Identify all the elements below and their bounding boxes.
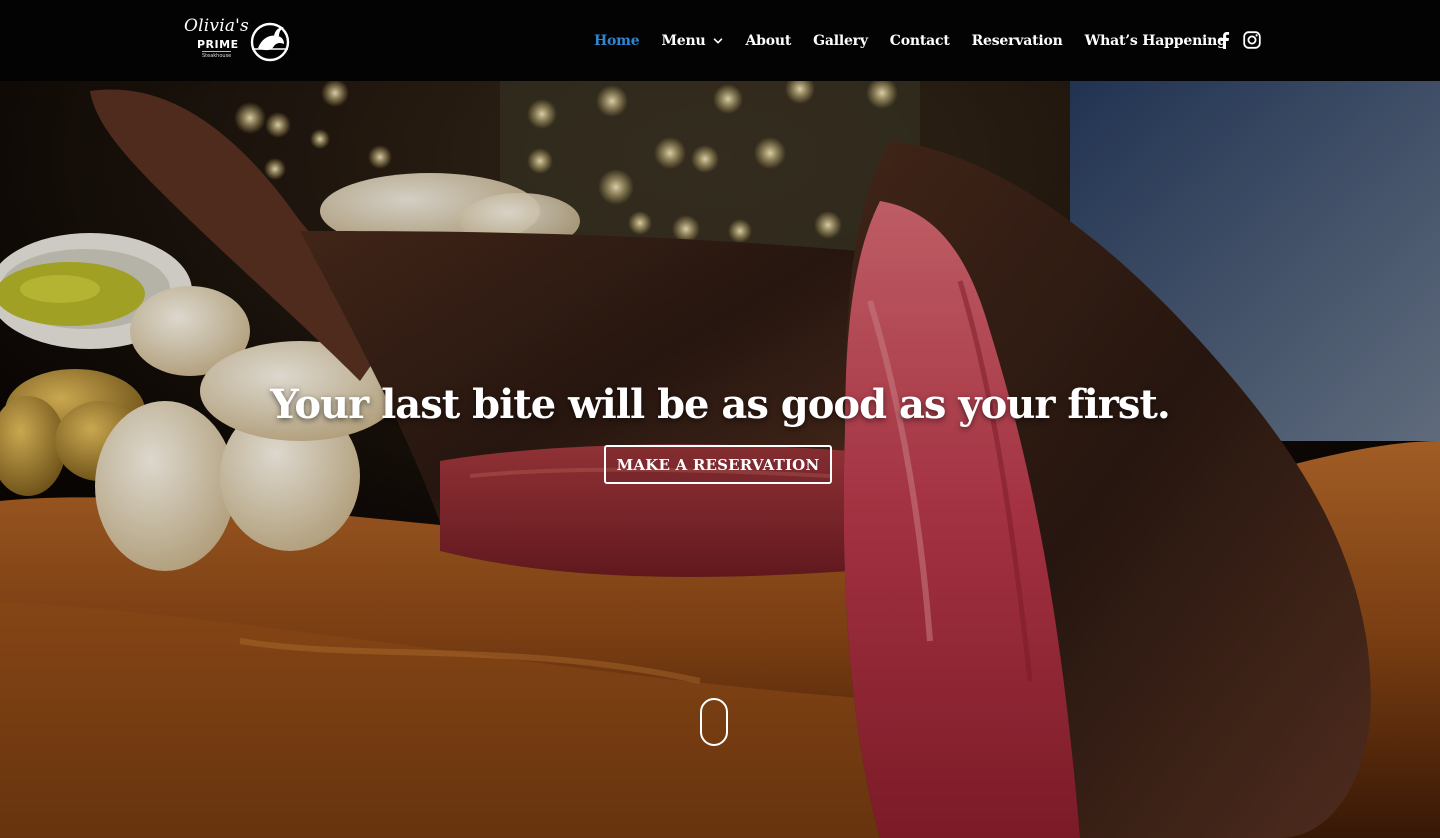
nav-item-gallery[interactable]: Gallery — [813, 33, 868, 49]
make-reservation-button[interactable]: MAKE A RESERVATION — [604, 445, 832, 484]
logo-prime-text: PRIME — [197, 38, 239, 51]
nav-item-label: What’s Happening — [1084, 33, 1227, 49]
social-links — [1214, 30, 1270, 50]
logo-script-text: Olivia's — [184, 16, 249, 36]
nav-item-label: Gallery — [813, 33, 868, 49]
facebook-icon[interactable] — [1214, 30, 1234, 50]
nav-item-about[interactable]: About — [745, 33, 791, 49]
nav-item-menu[interactable]: Menu — [662, 33, 724, 49]
nav-item-label: Home — [594, 33, 640, 49]
nav-item-contact[interactable]: Contact — [890, 33, 950, 49]
site-logo[interactable]: Olivia's PRIME Steakhouse — [182, 14, 292, 66]
hero-headline: Your last bite will be as good as your f… — [270, 381, 1171, 428]
logo-sub-text: Steakhouse — [202, 51, 232, 59]
bull-icon — [250, 22, 290, 62]
nav-item-label: Menu — [661, 33, 706, 49]
nav-item-reservation[interactable]: Reservation — [972, 33, 1063, 49]
site-header: Olivia's PRIME Steakhouse Home Menu Abou… — [0, 0, 1440, 81]
mouse-scroll-icon[interactable] — [700, 698, 728, 746]
nav-item-label: Reservation — [971, 33, 1063, 49]
nav-item-whats-happening[interactable]: What’s Happening — [1085, 33, 1227, 49]
instagram-icon[interactable] — [1242, 30, 1262, 50]
nav-item-label: Contact — [889, 33, 950, 49]
hero-section: Your last bite will be as good as your f… — [0, 81, 1440, 838]
nav-item-label: About — [745, 33, 792, 49]
main-nav: Home Menu About Gallery Contact Reservat… — [594, 30, 1227, 52]
nav-item-home[interactable]: Home — [594, 33, 640, 49]
chevron-down-icon — [714, 38, 723, 44]
